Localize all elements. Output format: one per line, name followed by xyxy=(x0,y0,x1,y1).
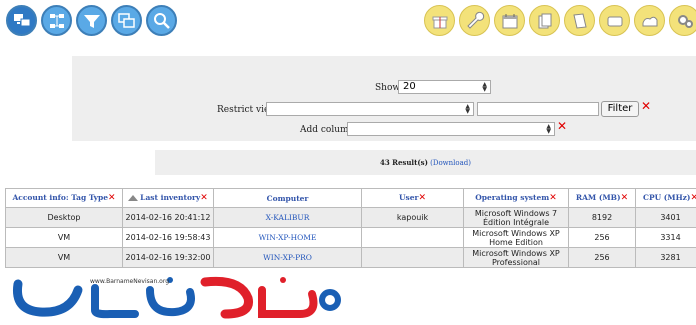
remove-column-icon[interactable]: ✕ xyxy=(690,193,696,203)
select-arrows-icon: ▲▼ xyxy=(465,104,470,114)
computer-link[interactable]: X-KALIBUR xyxy=(214,208,362,228)
cell-operating-system: Microsoft Windows XP Professional xyxy=(464,248,569,268)
column-header-cpu[interactable]: CPU (MHz)✕ xyxy=(636,189,696,208)
cell-last-inventory: 2014-02-16 20:41:12 xyxy=(123,208,214,228)
column-header-label: Operating system xyxy=(475,193,549,202)
add-column-select[interactable]: ▲▼ xyxy=(347,122,555,136)
remove-column-icon[interactable]: ✕ xyxy=(549,193,557,203)
network-config-icon[interactable] xyxy=(634,5,665,36)
remove-column-icon[interactable]: ✕ xyxy=(621,193,629,203)
documents-icon[interactable] xyxy=(529,5,560,36)
cell-tag-type: VM xyxy=(6,228,123,248)
filter-button[interactable]: Filter xyxy=(601,101,639,117)
remove-column-icon[interactable]: ✕ xyxy=(200,193,208,203)
cell-cpu: 3314 xyxy=(636,228,696,248)
column-header-label: User xyxy=(399,193,419,202)
cell-tag-type: Desktop xyxy=(6,208,123,228)
cell-user xyxy=(362,228,464,248)
computers-icon[interactable] xyxy=(6,5,37,36)
restrict-view-select[interactable]: ▲▼ xyxy=(266,102,474,116)
column-header-label: Computer xyxy=(267,194,309,203)
gears-icon[interactable] xyxy=(669,5,696,36)
cell-operating-system: Microsoft Windows 7 Édition Intégrale xyxy=(464,208,569,228)
cell-user xyxy=(362,248,464,268)
column-header-tag-type[interactable]: Account info: Tag Type✕ xyxy=(6,189,123,208)
network-icon[interactable] xyxy=(41,5,72,36)
column-header-label: RAM (MB) xyxy=(576,193,621,202)
calendar-icon[interactable] xyxy=(494,5,525,36)
remove-column-icon[interactable]: ✕ xyxy=(418,193,426,203)
results-count: 43 Result(s) xyxy=(380,158,428,167)
download-link[interactable]: (Download) xyxy=(430,159,471,167)
column-header-label: Account info: Tag Type xyxy=(12,193,108,202)
tools-toolbar xyxy=(424,5,696,36)
filter-funnel-icon[interactable] xyxy=(76,5,107,36)
search-magnifier-icon[interactable] xyxy=(146,5,177,36)
close-icon[interactable]: ✕ xyxy=(557,120,567,132)
column-header-operating-system[interactable]: Operating system✕ xyxy=(464,189,569,208)
select-arrows-icon: ▲▼ xyxy=(482,82,487,92)
logo-url: www.BarnameNevisan.org xyxy=(90,278,169,285)
remove-column-icon[interactable]: ✕ xyxy=(108,193,116,203)
cell-ram: 256 xyxy=(569,228,636,248)
table-header-row: Account info: Tag Type✕ Last inventory✕ … xyxy=(6,189,696,208)
column-header-user[interactable]: User✕ xyxy=(362,189,464,208)
inventory-table: Account info: Tag Type✕ Last inventory✕ … xyxy=(5,188,696,268)
table-row[interactable]: VM 2014-02-16 19:58:43 WIN-XP-HOME Micro… xyxy=(6,228,696,248)
select-arrows-icon: ▲▼ xyxy=(546,124,551,134)
windows-stack-icon[interactable] xyxy=(111,5,142,36)
column-header-last-inventory[interactable]: Last inventory✕ xyxy=(123,189,214,208)
table-row[interactable]: Desktop 2014-02-16 20:41:12 X-KALIBUR ka… xyxy=(6,208,696,228)
cell-last-inventory: 2014-02-16 19:58:43 xyxy=(123,228,214,248)
logo-calligraphy-icon xyxy=(0,270,360,321)
results-bar: 43 Result(s) (Download) xyxy=(155,150,696,175)
computer-link[interactable]: WIN-XP-PRO xyxy=(214,248,362,268)
column-header-label: CPU (MHz) xyxy=(643,193,691,202)
close-icon[interactable]: ✕ xyxy=(641,100,651,112)
cell-ram: 8192 xyxy=(569,208,636,228)
table-row[interactable]: VM 2014-02-16 19:32:00 WIN-XP-PRO Micros… xyxy=(6,248,696,268)
sort-ascending-icon xyxy=(128,195,138,201)
gift-icon[interactable] xyxy=(424,5,455,36)
card-icon[interactable] xyxy=(599,5,630,36)
cell-cpu: 3401 xyxy=(636,208,696,228)
cell-tag-type: VM xyxy=(6,248,123,268)
column-header-label: Last inventory xyxy=(140,193,200,202)
wrench-icon[interactable] xyxy=(459,5,490,36)
main-menu-toolbar xyxy=(6,5,177,36)
cell-ram: 256 xyxy=(569,248,636,268)
cell-last-inventory: 2014-02-16 19:32:00 xyxy=(123,248,214,268)
book-icon[interactable] xyxy=(564,5,595,36)
column-header-computer[interactable]: Computer xyxy=(214,189,362,208)
cell-cpu: 3281 xyxy=(636,248,696,268)
computer-link[interactable]: WIN-XP-HOME xyxy=(214,228,362,248)
column-header-ram[interactable]: RAM (MB)✕ xyxy=(569,189,636,208)
show-select[interactable]: 20 ▲▼ xyxy=(398,80,491,94)
watermark-logo: www.BarnameNevisan.org xyxy=(0,270,360,321)
restrict-view-text-input[interactable] xyxy=(477,102,599,116)
show-select-value: 20 xyxy=(403,81,416,92)
cell-user: kapouik xyxy=(362,208,464,228)
filter-panel: Show: 20 ▲▼ Restrict view: ▲▼ Filter ✕ A… xyxy=(72,56,696,141)
cell-operating-system: Microsoft Windows XP Home Edition xyxy=(464,228,569,248)
